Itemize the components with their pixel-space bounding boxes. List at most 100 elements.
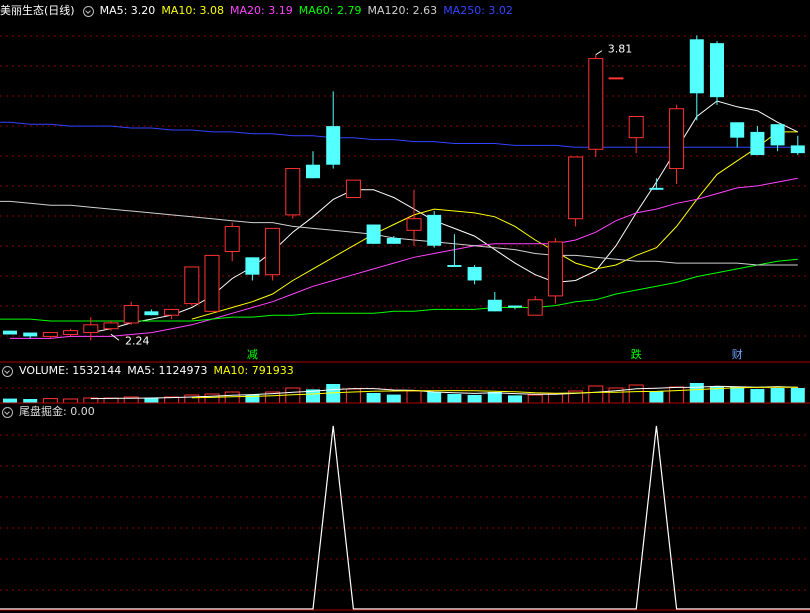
candle — [710, 41, 724, 105]
candle — [204, 254, 220, 312]
ma-line-ma60 — [0, 258, 798, 322]
candle — [164, 308, 180, 320]
volume-panel-header: VOLUME: 1532144 MA5: 1124973 MA10: 791933 — [0, 363, 300, 379]
volume-value: VOLUME: 1532144 — [19, 364, 122, 377]
stock-title: 美丽生态(日线) — [0, 4, 75, 17]
candle — [487, 292, 502, 312]
candle — [467, 265, 482, 285]
ma-line-ma10 — [191, 131, 798, 320]
volume-bar — [224, 391, 240, 404]
candle — [427, 211, 442, 248]
ma120-value: MA120: 2.63 — [367, 4, 438, 17]
volume-bar — [23, 399, 38, 403]
indicator-value: : 0.00 — [63, 405, 95, 418]
volume-ma5-value: MA5: 1124973 — [127, 364, 208, 377]
candle-body — [204, 254, 220, 312]
candle-body — [285, 168, 301, 216]
high-pointer — [595, 50, 603, 56]
candle-body — [487, 299, 502, 312]
candle-body — [710, 43, 724, 98]
candle-body — [386, 238, 401, 244]
candle — [23, 332, 38, 339]
volume-bar — [770, 388, 785, 403]
volume-bar — [386, 394, 401, 403]
volume-bar — [547, 393, 563, 404]
event-marker: 减 — [247, 348, 258, 361]
candle-body — [730, 122, 745, 138]
candle — [326, 91, 341, 169]
indicator-line-path — [0, 425, 810, 610]
candle-body — [245, 257, 260, 275]
indicator-panel-menu-icon[interactable] — [2, 406, 13, 418]
volume-bar — [366, 393, 381, 403]
candle — [669, 104, 685, 184]
candle — [689, 35, 704, 121]
volume-bar — [689, 383, 704, 403]
stock-chart: 3.81 2.24 减 跌 财 — [0, 35, 810, 611]
price-annotations: 3.81 2.24 减 跌 财 — [110, 43, 743, 361]
volume-bar — [487, 392, 502, 403]
volume-bar — [345, 388, 361, 404]
candle-body — [689, 39, 704, 94]
ma60-value: MA60: 2.79 — [298, 4, 362, 17]
candle — [306, 151, 320, 179]
volume-bar — [467, 395, 482, 403]
candle — [345, 179, 361, 199]
candle-body — [345, 179, 361, 199]
candle — [144, 309, 159, 316]
volume-bar — [42, 398, 58, 404]
candle — [568, 156, 584, 227]
candle — [608, 77, 624, 80]
volume-bar — [588, 385, 604, 404]
indicator-line — [0, 425, 810, 610]
indicator-menu-icon[interactable] — [82, 5, 94, 17]
candle-body — [770, 124, 785, 146]
volume-bar — [750, 389, 765, 403]
ma20-value: MA20: 3.19 — [230, 4, 293, 17]
volume-bar — [628, 384, 644, 404]
volume-bar — [730, 387, 745, 403]
volume-bar — [144, 398, 159, 403]
volume-menu-icon[interactable] — [2, 365, 13, 377]
volume-bar — [447, 394, 462, 403]
candle-body — [63, 330, 79, 335]
ma250-value: MA250: 3.02 — [443, 4, 513, 17]
volume-bar — [790, 388, 805, 403]
volume-bar — [63, 398, 79, 404]
candle — [245, 257, 260, 281]
candle — [366, 224, 381, 244]
volume-bar — [184, 394, 200, 404]
candle-body — [427, 214, 442, 246]
low-pointer — [110, 333, 120, 341]
candle — [265, 227, 281, 281]
candle — [649, 178, 664, 190]
candle-body — [83, 324, 99, 334]
candle-body — [306, 164, 320, 179]
candle-body — [406, 218, 422, 231]
candle — [508, 305, 522, 310]
candle — [184, 266, 200, 306]
candle-body — [144, 311, 159, 316]
main-panel-header: 美丽生态(日线) MA5: 3.20 MA10: 3.08 MA20: 3.19 MA6… — [0, 3, 519, 19]
candle-body — [3, 330, 17, 335]
candle — [3, 330, 17, 335]
candle-body — [265, 227, 281, 276]
indicator-panel-header: 尾盘掘金: 0.00 — [0, 404, 101, 420]
candle-body — [326, 126, 341, 165]
candle — [547, 238, 563, 304]
candle-body — [467, 266, 482, 281]
volume-bar — [3, 398, 17, 403]
volume-bar — [649, 391, 664, 403]
candle-body — [547, 241, 563, 297]
candle — [224, 222, 240, 262]
candle-body — [628, 115, 644, 139]
volume-bar — [527, 394, 543, 404]
candle-body — [184, 266, 200, 305]
volume-bar — [406, 390, 422, 404]
candle-body — [123, 305, 139, 324]
candle-body — [103, 322, 119, 330]
candle-body — [224, 225, 240, 253]
ma10-value: MA10: 3.08 — [161, 4, 225, 17]
candle-body — [608, 77, 624, 80]
candle — [63, 328, 79, 337]
